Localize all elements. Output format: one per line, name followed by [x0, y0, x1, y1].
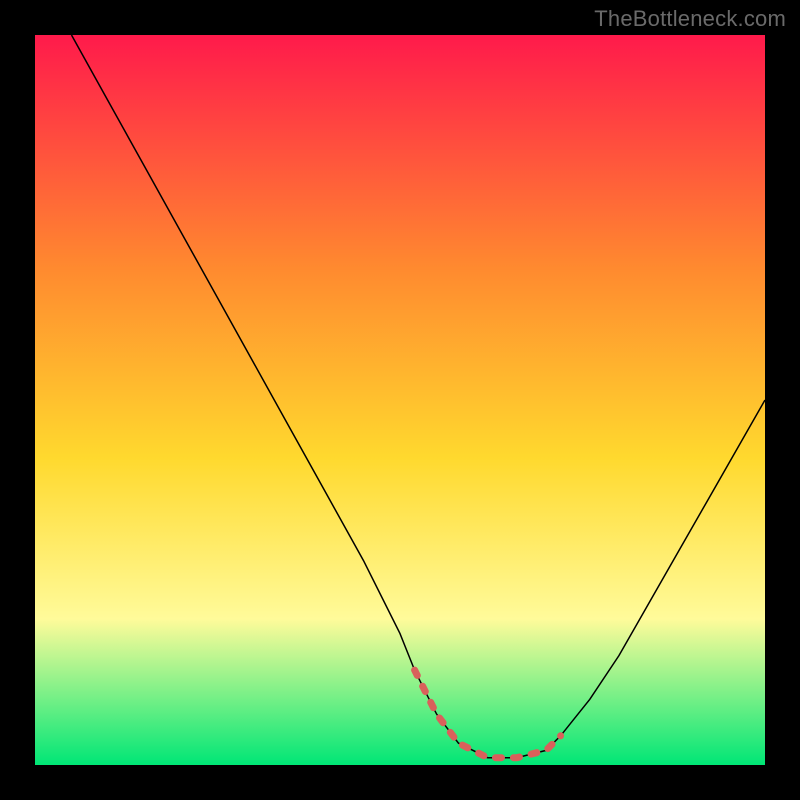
gradient-background	[35, 35, 765, 765]
bottleneck-chart	[35, 35, 765, 765]
watermark-text: TheBottleneck.com	[594, 6, 786, 32]
chart-svg	[35, 35, 765, 765]
